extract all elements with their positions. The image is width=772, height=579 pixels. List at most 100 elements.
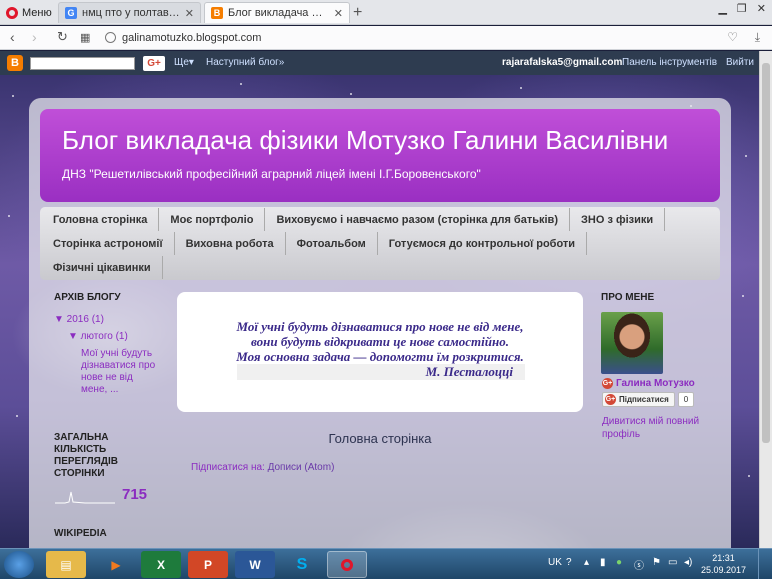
blog-header: Блог викладача фізики Мотузко Галини Вас… xyxy=(40,109,720,202)
opera-menu-label: Меню xyxy=(22,6,52,19)
wikipedia-heading: WIKIPEDIA xyxy=(54,528,107,539)
window-controls: ▁ ❐ ✕ xyxy=(718,2,766,15)
speed-dial-icon[interactable]: ▦ xyxy=(80,31,90,44)
opera-menu-button[interactable]: Меню xyxy=(2,3,54,22)
antivirus-icon[interactable]: ● xyxy=(616,557,622,568)
flag-icon[interactable]: ⚑ xyxy=(652,557,661,568)
language-indicator[interactable]: UK xyxy=(548,557,562,568)
network-icon[interactable]: ▮ xyxy=(600,557,606,568)
bookmark-heart-icon[interactable]: ♡ xyxy=(727,30,738,44)
clock-time: 21:31 xyxy=(712,553,735,563)
forward-icon[interactable]: › xyxy=(32,29,37,45)
user-email: rajarafalska5@gmail.com xyxy=(502,57,623,68)
close-tab-icon[interactable]: ✕ xyxy=(334,7,343,20)
help-icon[interactable]: ? xyxy=(566,557,572,568)
quote-line: вони будуть відкривати це нове самостійн… xyxy=(251,334,509,349)
full-profile-link[interactable]: Дивитися мій повний профіль xyxy=(602,415,712,441)
archive-post-link[interactable]: Мої учні будуть дізнаватися про нове не … xyxy=(81,348,161,396)
archive-month-link[interactable]: ▼ лютого (1) xyxy=(68,331,128,342)
blogger-favicon-icon: B xyxy=(211,7,223,19)
quote-line: Моя основна задача — допомогти їм розкри… xyxy=(236,349,524,364)
tab-education-work[interactable]: Виховна робота xyxy=(175,232,286,255)
follow-widget: G+ Підписатися 0 xyxy=(602,392,695,407)
profile-name[interactable]: Галина Мотузко xyxy=(616,378,695,389)
tab-parents[interactable]: Виховуємо і навчаємо разом (сторінка для… xyxy=(265,208,570,231)
clock-date: 25.09.2017 xyxy=(700,565,746,575)
search-icon[interactable]: ⌕ xyxy=(123,57,129,68)
reload-icon[interactable]: ↻ xyxy=(57,29,68,45)
follow-button[interactable]: G+ Підписатися xyxy=(602,392,675,407)
blog-description: ДНЗ "Решетилівський професійний аграрний… xyxy=(62,167,481,181)
maximize-icon[interactable]: ❐ xyxy=(737,2,747,15)
back-icon[interactable]: ‹ xyxy=(10,29,15,45)
explorer-taskbar-icon[interactable]: ▤ xyxy=(46,551,86,578)
new-tab-icon[interactable]: + xyxy=(353,4,362,22)
dashboard-link[interactable]: Панель інструментів xyxy=(622,57,717,68)
scrollbar-thumb[interactable] xyxy=(762,63,770,443)
tab-zno-physics[interactable]: ЗНО з фізики xyxy=(570,208,666,231)
blog-archive-widget: АРХІВ БЛОГУ ▼ 2016 (1) ▼ лютого (1) Мої … xyxy=(54,292,172,412)
browser-tab[interactable]: G нмц пто у полтавській об ✕ xyxy=(58,2,201,23)
skype-tray-icon[interactable]: ⓢ xyxy=(634,557,644,572)
pageviews-count: 715 xyxy=(122,486,148,503)
gplus-icon: G+ xyxy=(605,394,616,405)
browser-tab-title: Блог викладача фізики М xyxy=(228,7,329,19)
download-icon[interactable]: ⤓ xyxy=(755,30,760,45)
close-window-icon[interactable]: ✕ xyxy=(757,2,766,15)
quote-author: М. Песталоцці xyxy=(237,364,525,380)
excel-taskbar-icon[interactable]: X xyxy=(141,551,181,578)
close-tab-icon[interactable]: ✕ xyxy=(185,7,194,20)
profile-heading: ПРО МЕНЕ xyxy=(601,292,655,303)
archive-year-link[interactable]: ▼ 2016 (1) xyxy=(54,314,104,325)
archive-heading: АРХІВ БЛОГУ xyxy=(54,292,121,303)
start-button[interactable] xyxy=(4,551,34,578)
url-text: galinamotuzko.blogspot.com xyxy=(122,31,262,44)
browser-tab-bar: Меню G нмц пто у полтавській об ✕ B Блог… xyxy=(0,0,772,25)
profile-photo[interactable] xyxy=(601,312,663,374)
word-taskbar-icon[interactable]: W xyxy=(235,551,275,578)
tab-photo-album[interactable]: Фотоальбом xyxy=(286,232,378,255)
opera-logo-icon xyxy=(341,558,353,571)
show-desktop-button[interactable] xyxy=(758,549,772,579)
gplus-icon: G+ xyxy=(602,378,613,389)
tab-test-prep[interactable]: Готуємося до контрольної роботи xyxy=(378,232,588,255)
page-tabs: Головна сторінка Моє портфоліо Виховуємо… xyxy=(40,207,720,280)
blogger-navbar: B ⌕ G+ Ще▾ Наступний блог» rajarafalska5… xyxy=(0,51,759,75)
skype-taskbar-icon[interactable]: S xyxy=(282,551,322,578)
gplus-share-button[interactable]: G+ xyxy=(143,56,165,71)
tab-portfolio[interactable]: Моє портфоліо xyxy=(159,208,266,231)
atom-feed-link[interactable]: Дописи (Atom) xyxy=(268,462,335,473)
opera-logo-icon xyxy=(6,6,18,19)
screen-icon[interactable]: ▭ xyxy=(668,557,677,568)
media-player-taskbar-icon[interactable]: ▶ xyxy=(96,551,136,578)
clock[interactable]: 21:31 25.09.2017 xyxy=(701,552,746,576)
minimize-icon[interactable]: ▁ xyxy=(718,2,726,15)
powerpoint-taskbar-icon[interactable]: P xyxy=(188,551,228,578)
tab-home[interactable]: Головна сторінка xyxy=(42,208,160,231)
tab-astronomy[interactable]: Сторінка астрономії xyxy=(42,232,175,255)
follow-label: Підписатися xyxy=(619,395,669,404)
tray-expand-icon[interactable]: ▴ xyxy=(584,557,589,568)
pageviews-heading: ЗАГАЛЬНА КІЛЬКІСТЬ ПЕРЕГЛЯДІВ СТОРІНКИ xyxy=(54,432,118,479)
page-tabs-row: Головна сторінка Моє портфоліо Виховуємо… xyxy=(42,208,666,231)
page-title: Головна сторінка xyxy=(328,431,432,446)
windows-taskbar: ▤ ▶ X P W S UK ? ▴ ▮ ● ⓢ ⚑ ▭ ◂) 21:31 25… xyxy=(0,548,772,579)
volume-icon[interactable]: ◂) xyxy=(684,557,692,568)
globe-icon xyxy=(105,32,116,43)
browser-tab-active[interactable]: B Блог викладача фізики М ✕ xyxy=(204,2,350,23)
address-bar-row: ‹ › ↻ ▦ galinamotuzko.blogspot.com ♡ ⤓ xyxy=(0,26,772,50)
tab-physics-curiosities[interactable]: Фізичні цікавинки xyxy=(42,256,163,279)
sign-out-link[interactable]: Вийти xyxy=(726,57,754,68)
page-scrollbar[interactable] xyxy=(759,51,772,548)
quote-box: Мої учні будуть дізнаватися про нове не … xyxy=(177,292,583,412)
google-favicon-icon: G xyxy=(65,7,77,19)
blogger-logo-icon[interactable]: B xyxy=(7,55,23,71)
pageviews-sparkline xyxy=(55,491,115,504)
more-menu-link[interactable]: Ще▾ xyxy=(174,57,194,68)
profile-name-link[interactable]: G+ Галина Мотузко xyxy=(602,378,695,389)
opera-taskbar-icon[interactable] xyxy=(327,551,367,578)
blog-title[interactable]: Блог викладача фізики Мотузко Галини Вас… xyxy=(62,125,668,156)
blog-search-input[interactable] xyxy=(30,57,135,70)
next-blog-link[interactable]: Наступний блог» xyxy=(206,57,284,68)
url-field[interactable]: galinamotuzko.blogspot.com xyxy=(105,28,708,47)
